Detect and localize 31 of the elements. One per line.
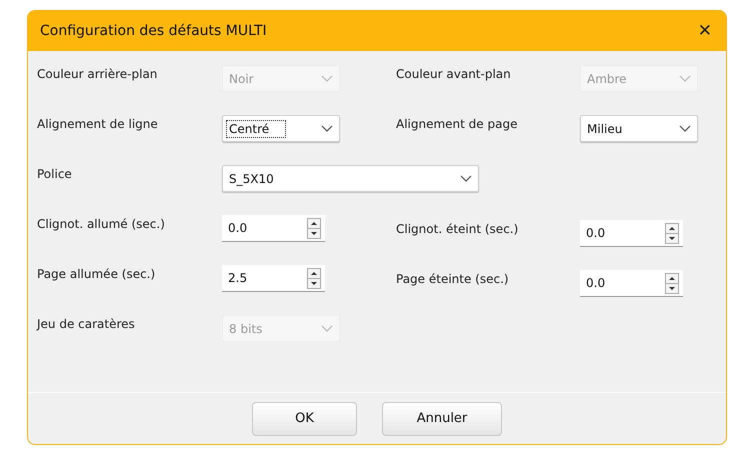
field-label: Jeu de caratères [37,316,135,331]
dropdown[interactable]: Centré [222,115,340,142]
spinner-arrows-icon[interactable] [665,272,679,294]
field-label: Couleur arrière-plan [37,66,158,81]
spinner-arrows-icon[interactable] [665,222,679,244]
number-spinner[interactable]: 2.5 [222,265,325,292]
chevron-down-icon [321,324,333,332]
field-label: Clignot. éteint (sec.) [396,221,518,236]
field-label: Page allumée (sec.) [37,266,156,281]
chevron-down-icon [679,124,691,132]
dialog-button[interactable]: OK [252,402,357,436]
close-button[interactable]: ✕ [694,21,716,41]
dropdown[interactable]: S_5X10 [222,165,479,192]
dropdown[interactable]: Milieu [580,115,698,142]
chevron-down-icon [321,74,333,82]
spinner-arrows-icon[interactable] [307,268,321,288]
field-label: Clignot. allumé (sec.) [37,216,165,231]
number-spinner[interactable]: 0.0 [222,215,325,242]
number-spinner[interactable]: 0.0 [580,270,683,297]
field-label: Alignement de ligne [37,116,158,131]
chevron-down-icon [679,74,691,82]
number-spinner[interactable]: 0.0 [580,220,683,247]
field-label: Page éteinte (sec.) [396,271,509,286]
chevron-down-icon [321,124,333,132]
chevron-down-icon [460,174,472,182]
field-label: Couleur avant-plan [396,66,511,81]
spinner-arrows-icon[interactable] [307,218,321,238]
window-title: Configuration des défauts MULTI [40,23,267,39]
dialog-button[interactable]: Annuler [382,402,502,436]
field-label: Alignement de page [396,116,518,131]
field-label: Police [37,166,72,181]
